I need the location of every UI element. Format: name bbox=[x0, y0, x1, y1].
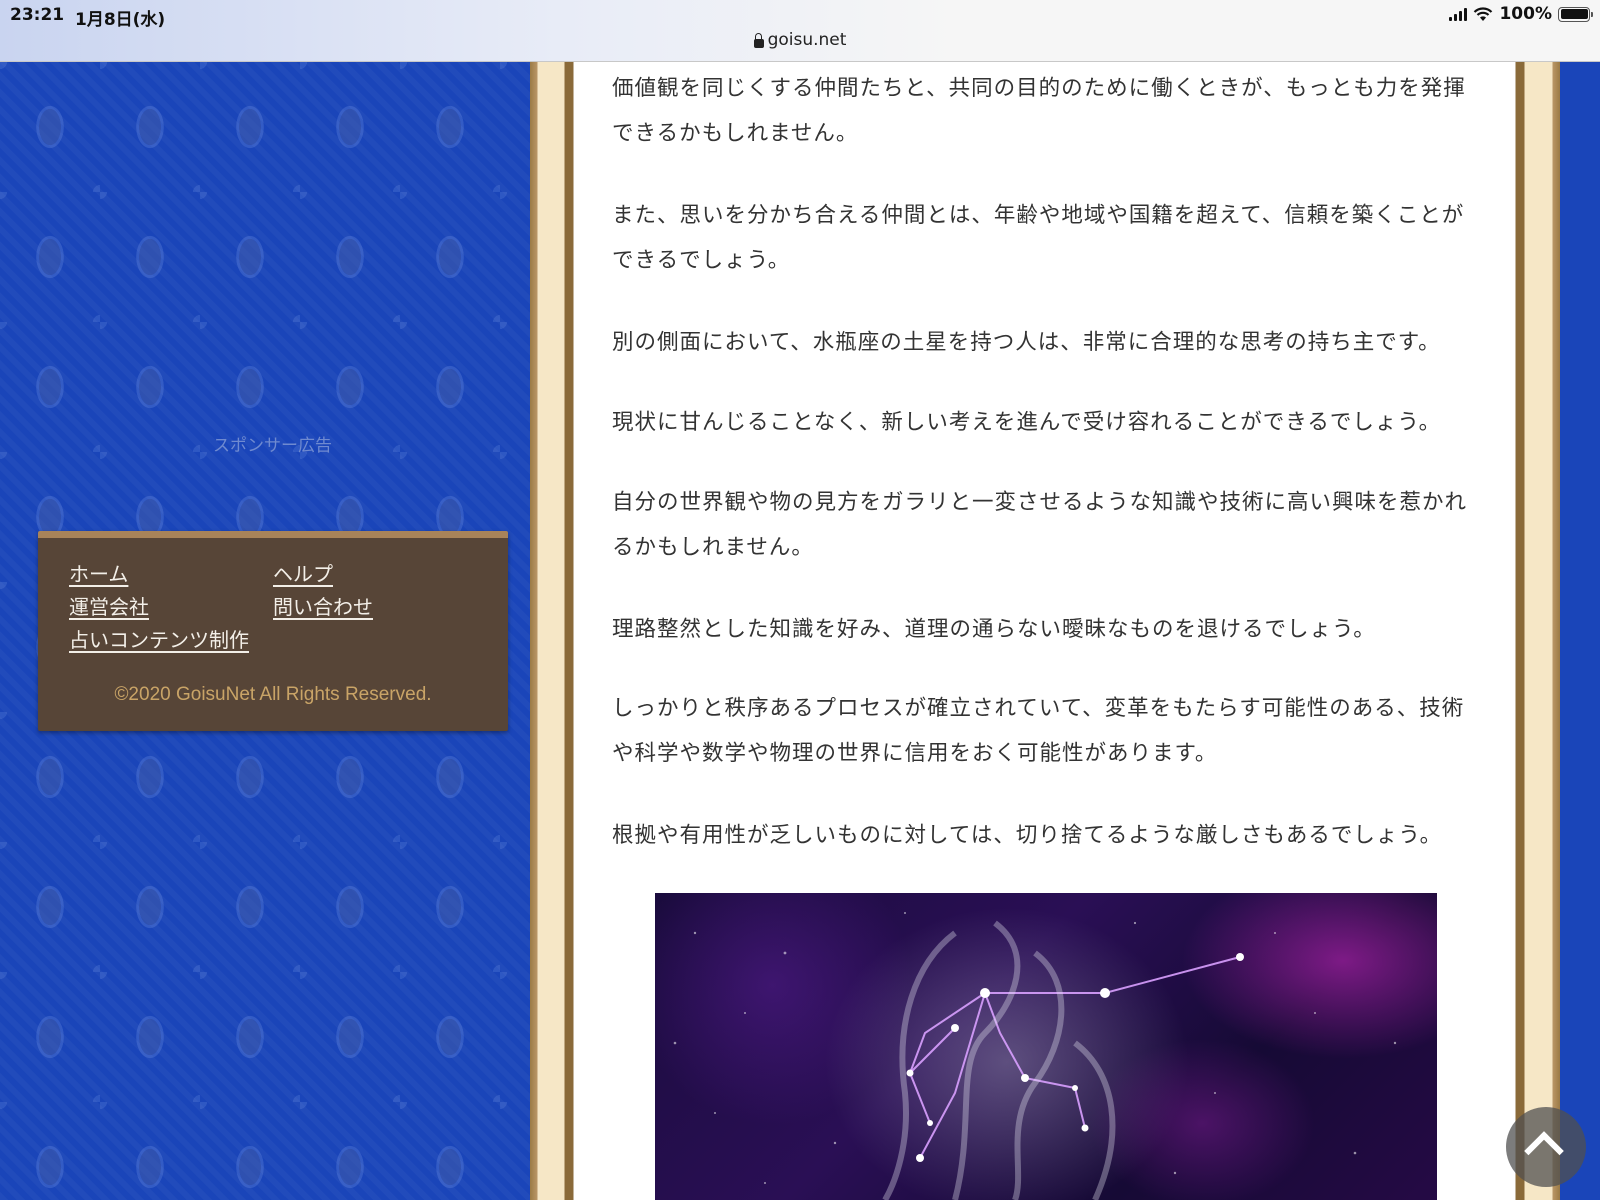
scroll-to-top-button[interactable] bbox=[1506, 1107, 1586, 1187]
aquarius-constellation-image bbox=[655, 893, 1437, 1200]
footer-link-fortune-content[interactable]: 占いコンテンツ制作 bbox=[69, 624, 249, 653]
chevron-up-icon bbox=[1524, 1131, 1564, 1171]
screen: 23:21 1月8日(水) 100% goisu.net スポンサー広告 ホーム… bbox=[0, 0, 1600, 1200]
article-paragraph: また、思いを分かち合える仲間とは、年齢や地域や国籍を超えて、信頼を築くことができ… bbox=[612, 203, 1465, 273]
right-background-strip bbox=[1560, 62, 1600, 1200]
article-paragraph: 別の側面において、水瓶座の土星を持つ人は、非常に合理的な思考の持ち主です。 bbox=[612, 330, 1441, 355]
cellular-signal-icon bbox=[1449, 7, 1468, 21]
wifi-icon bbox=[1473, 6, 1493, 22]
battery-icon bbox=[1558, 6, 1593, 22]
battery-percentage: 100% bbox=[1499, 4, 1552, 24]
article-paragraph: しっかりと秩序あるプロセスが確立されていて、変革をもたらす可能性のある、技術や科… bbox=[612, 696, 1465, 766]
status-indicators: 100% bbox=[1449, 4, 1593, 24]
status-time: 23:21 bbox=[10, 5, 65, 25]
address-bar[interactable]: goisu.net bbox=[0, 30, 1600, 50]
site-footer: ホーム ヘルプ 運営会社 問い合わせ 占いコンテンツ制作 ©2020 Goisu… bbox=[38, 531, 508, 731]
footer-link-help[interactable]: ヘルプ bbox=[273, 558, 333, 587]
article-paragraph: 根拠や有用性が乏しいものに対しては、切り捨てるような厳しさもあるでしょう。 bbox=[612, 823, 1443, 848]
footer-link-company[interactable]: 運営会社 bbox=[69, 591, 149, 620]
status-bar: 23:21 1月8日(水) 100% goisu.net bbox=[0, 0, 1600, 62]
article-paragraph: 現状に甘んじることなく、新しい考えを進んで受け容れることができるでしょう。 bbox=[612, 410, 1442, 435]
url-text[interactable]: goisu.net bbox=[768, 30, 847, 50]
article-paragraph: 自分の世界観や物の見方をガラリと一変させるような知識や技術に高い興味を惹かれるか… bbox=[612, 490, 1468, 560]
lock-icon bbox=[753, 32, 764, 48]
copyright-text: ©2020 GoisuNet All Rights Reserved. bbox=[114, 684, 432, 705]
article-paragraph: 価値観を同じくする仲間たちと、共同の目的のために働くときが、もっとも力を発揮でき… bbox=[612, 76, 1466, 146]
footer-link-contact[interactable]: 問い合わせ bbox=[273, 591, 373, 620]
left-sidebar: スポンサー広告 ホーム ヘルプ 運営会社 問い合わせ 占いコンテンツ制作 ©20… bbox=[0, 62, 530, 1200]
article-paragraph: 理路整然とした知識を好み、道理の通らない曖昧なものを退けるでしょう。 bbox=[612, 617, 1376, 642]
footer-link-home[interactable]: ホーム bbox=[69, 558, 128, 587]
sponsor-ad-label: スポンサー広告 bbox=[213, 436, 332, 456]
status-date: 1月8日(水) bbox=[75, 10, 166, 30]
